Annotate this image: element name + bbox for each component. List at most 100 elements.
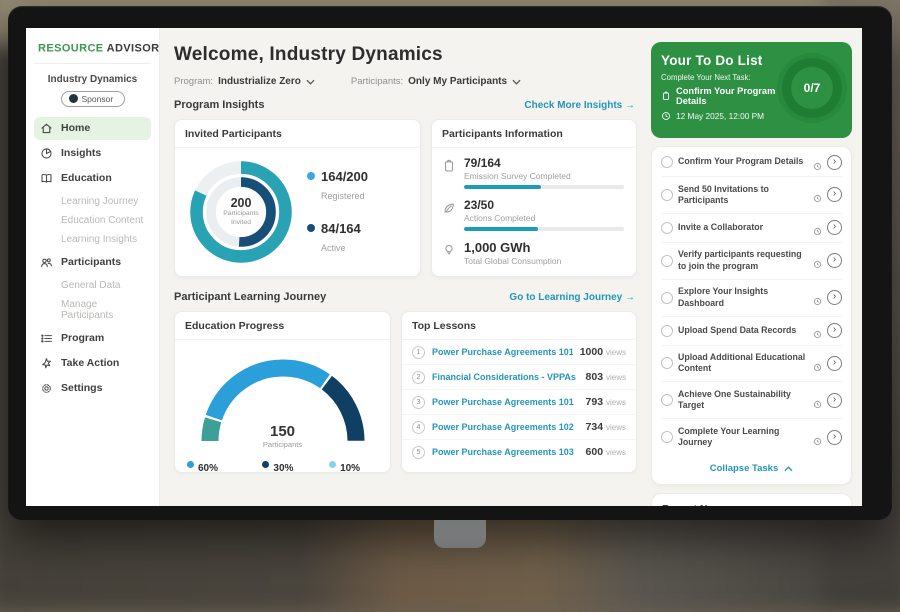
recent-news-card: Recent News [651,493,852,506]
sidebar-item-learning-insights[interactable]: Learning Insights [34,230,151,249]
task-checkbox[interactable] [661,222,673,234]
actions-completed-progress-bar [464,227,624,231]
program-insights-header: Program Insights Check More Insights → [174,99,635,111]
clock-icon [813,293,822,302]
chevron-down-icon [306,79,315,85]
emission-survey-progress-bar [464,185,624,189]
chevron-right-icon[interactable]: › [827,253,842,268]
sidebar-item-learning-journey[interactable]: Learning Journey [34,192,151,211]
learning-journey-header: Participant Learning Journey Go to Learn… [174,291,635,303]
sidebar-item-program[interactable]: Program [34,327,151,350]
go-to-learning-journey-link[interactable]: Go to Learning Journey → [509,292,635,303]
sidebar-item-insights[interactable]: Insights [34,142,151,165]
chevron-right-icon[interactable]: › [827,356,842,371]
lightbulb-icon [442,243,456,257]
lesson-link[interactable]: Power Purchase Agreements 103 [432,447,579,457]
task-row[interactable]: Upload Spend Data Records › [661,317,842,346]
chevron-up-icon [784,466,793,472]
chevron-right-icon[interactable]: › [827,220,842,235]
sidebar: RESOURCE ADVISOR+ Industry Dynamics Spon… [26,28,160,506]
chevron-right-icon[interactable]: › [827,155,842,170]
stat-actions-completed: 23/50 Actions Completed [442,198,624,231]
lesson-link[interactable]: Power Purchase Agreements 101 [432,397,579,407]
not-started-dot-icon [329,461,336,468]
todo-progress-ring: 0/7 [782,58,842,118]
sidebar-item-home[interactable]: Home [34,117,151,140]
collapse-tasks-link[interactable]: Collapse Tasks [661,455,842,483]
sidebar-item-education-content[interactable]: Education Content [34,211,151,230]
task-row[interactable]: Confirm Your Program Details › [661,148,842,177]
legend-registered: 164/200Registered [307,168,368,204]
lesson-rank: 5 [412,446,425,459]
sidebar-item-education[interactable]: Education [34,167,151,190]
task-checkbox[interactable] [661,156,673,168]
lesson-link[interactable]: Financial Considerations - VPPAs [432,372,579,382]
sponsor-icon [69,94,78,103]
education-progress-card: Education Progress 150 Participants [174,311,391,473]
lesson-link[interactable]: Power Purchase Agreements 101 [432,347,573,357]
task-row[interactable]: Send 50 Invitations to Participants › [661,177,842,214]
take-action-icon [40,357,53,370]
top-lessons-card: Top Lessons 1 Power Purchase Agreements … [401,311,637,473]
chevron-right-icon[interactable]: › [827,430,842,445]
sidebar-item-settings[interactable]: Settings [34,377,151,400]
clock-icon [813,433,822,442]
sidebar-item-take-action[interactable]: Take Action [34,352,151,375]
task-checkbox[interactable] [661,255,673,267]
task-row[interactable]: Explore Your Insights Dashboard › [661,280,842,317]
legend-pending: 30%Pending [262,458,301,473]
home-icon [40,122,53,135]
clipboard-icon [442,159,456,173]
task-row[interactable]: Upload Additional Educational Content › [661,346,842,383]
org-name: Industry Dynamics [34,74,151,85]
lesson-row: 1 Power Purchase Agreements 101 1000 vie… [402,340,636,365]
participants-information-card: Participants Information 79/164 Emission… [431,119,637,277]
sponsor-badge[interactable]: Sponsor [61,91,125,107]
clock-icon [813,256,822,265]
todo-summary-card: Your To Do List Complete Your Next Task:… [651,42,852,138]
task-checkbox[interactable] [661,325,673,337]
task-checkbox[interactable] [661,394,673,406]
chevron-right-icon[interactable]: › [827,290,842,305]
task-row[interactable]: Invite a Collaborator › [661,214,842,243]
active-dot-icon [307,224,315,232]
todo-panel: Your To Do List Complete Your Next Task:… [645,28,862,506]
check-more-insights-link[interactable]: Check More Insights → [524,100,635,111]
invited-participants-card: Invited Participants 200 Participants In… [174,119,421,277]
lesson-rank: 3 [412,396,425,409]
chevron-right-icon[interactable]: › [827,393,842,408]
task-checkbox[interactable] [661,189,673,201]
task-row[interactable]: Verify participants requesting to join t… [661,243,842,280]
lesson-link[interactable]: Power Purchase Agreements 102 [432,422,579,432]
chevron-right-icon[interactable]: › [827,187,842,202]
arrow-right-icon: → [625,292,635,303]
sidebar-item-participants[interactable]: Participants [34,251,151,274]
task-row[interactable]: Achieve One Sustainability Target › [661,382,842,419]
lesson-row: 4 Power Purchase Agreements 102 734 view… [402,415,636,440]
sidebar-item-manage-participants[interactable]: Manage Participants [34,295,151,325]
participants-filter[interactable]: Participants: Only My Participants [351,76,521,87]
chevron-right-icon[interactable]: › [827,323,842,338]
chevron-down-icon [512,79,521,85]
monitor-bezel: RESOURCE ADVISOR+ Industry Dynamics Spon… [8,6,892,520]
stat-global-consumption: 1,000 GWh Total Global Consumption [442,240,624,270]
clipboard-icon [661,91,671,101]
arrow-right-icon: → [625,100,635,111]
program-icon [40,332,53,345]
legend-active: 84/164Active [307,220,368,256]
filters-row: Program: Industrialize Zero Participants… [174,76,637,87]
clock-icon [813,190,822,199]
leaf-icon [442,201,456,215]
clock-icon [813,223,822,232]
pending-dot-icon [262,461,269,468]
app-logo: RESOURCE ADVISOR+ [34,38,151,64]
task-checkbox[interactable] [661,431,673,443]
task-checkbox[interactable] [661,357,673,369]
lesson-rank: 1 [412,346,425,359]
task-checkbox[interactable] [661,292,673,304]
sidebar-item-general-data[interactable]: General Data [34,276,151,295]
gauge-legend: 60%Completed 30%Pending 10%Not Started [175,451,390,473]
insights-icon [40,147,53,160]
task-row[interactable]: Complete Your Learning Journey › [661,419,842,455]
program-filter[interactable]: Program: Industrialize Zero [174,76,315,87]
